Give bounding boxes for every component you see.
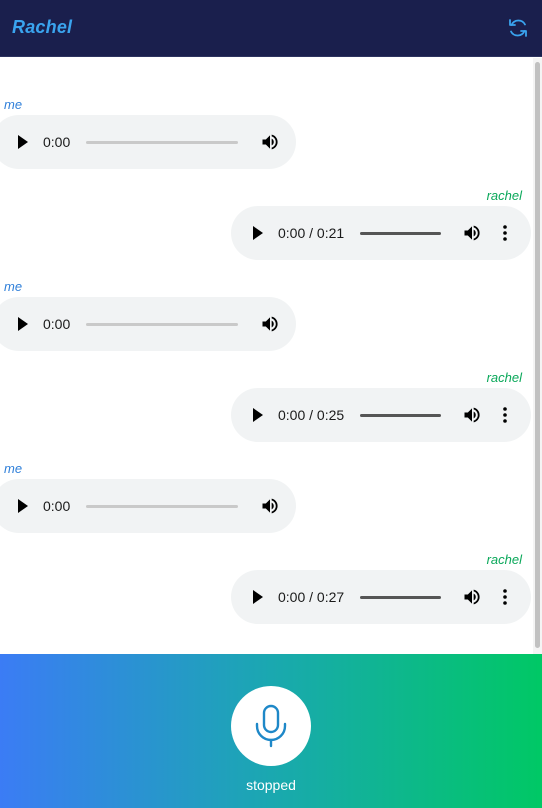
play-icon[interactable] — [253, 590, 263, 604]
playback-time: 0:00 — [43, 134, 71, 150]
sender-label-rachel: rachel — [486, 370, 522, 385]
play-icon[interactable] — [253, 226, 263, 240]
seek-bar[interactable] — [360, 596, 441, 599]
volume-icon[interactable] — [462, 223, 482, 243]
seek-bar[interactable] — [360, 414, 441, 417]
recorder-panel: stopped — [0, 654, 542, 808]
audio-player[interactable]: 0:00 — [0, 115, 296, 169]
volume-icon[interactable] — [260, 314, 280, 334]
seek-bar[interactable] — [86, 505, 238, 508]
play-icon[interactable] — [18, 499, 28, 513]
microphone-icon — [255, 704, 287, 748]
scrollbar-thumb[interactable] — [535, 62, 540, 648]
seek-bar[interactable] — [86, 141, 238, 144]
audio-player[interactable]: 0:00 — [0, 479, 296, 533]
sender-label-me: me — [4, 279, 23, 294]
refresh-icon[interactable] — [506, 16, 530, 40]
audio-player[interactable]: 0:00 / 0:21 — [231, 206, 531, 260]
app-header: Rachel — [0, 0, 542, 57]
seek-bar[interactable] — [86, 323, 238, 326]
more-options-icon[interactable] — [495, 223, 515, 243]
audio-player[interactable]: 0:00 / 0:25 — [231, 388, 531, 442]
volume-icon[interactable] — [260, 496, 280, 516]
more-options-icon[interactable] — [495, 405, 515, 425]
audio-player[interactable]: 0:00 — [0, 297, 296, 351]
sender-label-me: me — [4, 461, 23, 476]
record-button[interactable] — [231, 686, 311, 766]
play-icon[interactable] — [18, 135, 28, 149]
seek-bar[interactable] — [360, 232, 441, 235]
play-icon[interactable] — [253, 408, 263, 422]
audio-player[interactable]: 0:00 / 0:27 — [231, 570, 531, 624]
recording-status: stopped — [246, 777, 296, 793]
playback-time: 0:00 — [43, 316, 71, 332]
playback-time: 0:00 / 0:27 — [278, 589, 345, 605]
volume-icon[interactable] — [462, 405, 482, 425]
volume-icon[interactable] — [260, 132, 280, 152]
sender-label-me: me — [4, 97, 23, 112]
chat-scrollbar[interactable] — [533, 58, 542, 654]
volume-icon[interactable] — [462, 587, 482, 607]
more-options-icon[interactable] — [495, 587, 515, 607]
message-list[interactable]: me 0:00 rachel 0:00 / 0:21 me 0:00 rache… — [0, 58, 542, 654]
playback-time: 0:00 / 0:21 — [278, 225, 345, 241]
playback-time: 0:00 — [43, 498, 71, 514]
playback-time: 0:00 / 0:25 — [278, 407, 345, 423]
sender-label-rachel: rachel — [486, 188, 522, 203]
sender-label-rachel: rachel — [486, 552, 522, 567]
contact-name: Rachel — [12, 17, 73, 37]
play-icon[interactable] — [18, 317, 28, 331]
